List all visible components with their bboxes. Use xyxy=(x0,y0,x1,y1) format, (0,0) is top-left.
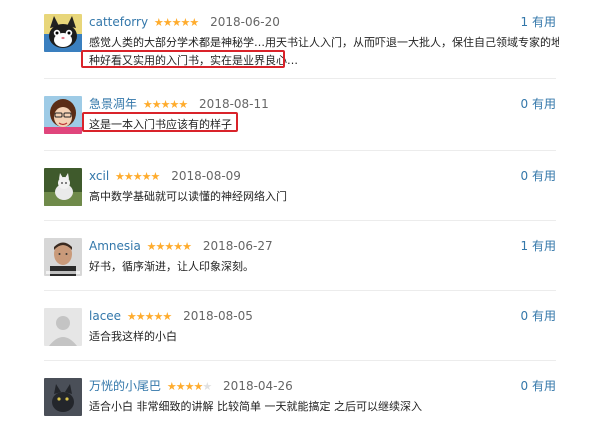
useful-vote-button[interactable]: 1 有用 xyxy=(521,238,556,254)
rating-stars: ★★★★★ xyxy=(114,170,160,183)
review-meta: lacee ★★★★★ 2018-08-05 xyxy=(89,308,253,324)
star-empty-icon: ★ xyxy=(202,380,212,393)
rating-stars: ★★★★★ xyxy=(126,310,172,323)
star-filled-icon: ★ xyxy=(189,16,199,29)
star-filled-icon: ★ xyxy=(123,170,134,183)
man-portrait-avatar-icon[interactable] xyxy=(44,238,82,276)
useful-vote-button[interactable]: 0 有用 xyxy=(521,168,556,184)
star-filled-icon: ★ xyxy=(146,240,157,253)
divider xyxy=(44,220,556,221)
star-filled-icon: ★ xyxy=(162,310,172,323)
default-user-avatar-icon[interactable] xyxy=(44,308,82,346)
review-date: 2018-06-20 xyxy=(210,15,280,29)
review-item: 万恍的小尾巴 ★★★★★ 2018-04-26 0 有用 适合小白 非常细致的讲… xyxy=(0,378,600,432)
review-item: lacee ★★★★★ 2018-08-05 0 有用 适合我这样的小白 xyxy=(0,308,600,378)
review-content: 高中数学基础就可以读懂的神经网络入门 xyxy=(89,188,559,206)
review-date: 2018-08-09 xyxy=(171,169,241,183)
star-filled-icon: ★ xyxy=(175,380,186,393)
review-item: catteforry ★★★★★ 2018-06-20 1 有用 感觉人类的大部… xyxy=(0,14,600,84)
review-item: 急景凋年 ★★★★★ 2018-08-11 0 有用 这是一本入门书应该有的样子 xyxy=(0,96,600,166)
review-username[interactable]: 万恍的小尾巴 xyxy=(89,379,161,393)
review-date: 2018-04-26 xyxy=(223,379,293,393)
star-filled-icon: ★ xyxy=(164,240,174,253)
review-content: 好书，循序渐进，让人印象深刻。 xyxy=(89,258,559,276)
useful-vote-button[interactable]: 1 有用 xyxy=(521,14,556,30)
star-filled-icon: ★ xyxy=(169,98,179,111)
star-filled-icon: ★ xyxy=(135,310,146,323)
cartoon-girl-avatar-icon[interactable] xyxy=(44,96,82,134)
star-filled-icon: ★ xyxy=(182,240,192,253)
review-username[interactable]: xcil xyxy=(89,169,109,183)
rating-stars: ★★★★★ xyxy=(142,98,188,111)
review-content-line: 感觉人类的大部分学术都是神秘学…用天书让人入门，从而吓退一大批人，保住自己领域专… xyxy=(89,36,559,49)
review-username[interactable]: 急景凋年 xyxy=(89,97,137,111)
star-filled-icon: ★ xyxy=(178,98,188,111)
review-content: 适合小白 非常细致的讲解 比较简单 一天就能搞定 之后可以继续深入 xyxy=(89,398,559,416)
review-date: 2018-08-05 xyxy=(183,309,253,323)
review-content-line: 适合小白 非常细致的讲解 比较简单 一天就能搞定 之后可以继续深入 xyxy=(89,400,422,413)
star-filled-icon: ★ xyxy=(166,380,177,393)
review-meta: Amnesia ★★★★★ 2018-06-27 xyxy=(89,238,273,254)
star-filled-icon: ★ xyxy=(126,310,137,323)
star-filled-icon: ★ xyxy=(173,240,183,253)
divider xyxy=(44,150,556,151)
star-filled-icon: ★ xyxy=(142,98,153,111)
review-meta: 万恍的小尾巴 ★★★★★ 2018-04-26 xyxy=(89,378,293,394)
dark-cat-avatar-icon[interactable] xyxy=(44,378,82,416)
review-item: Amnesia ★★★★★ 2018-06-27 1 有用 好书，循序渐进，让人… xyxy=(0,238,600,308)
star-filled-icon: ★ xyxy=(150,170,160,183)
review-content: 这是一本入门书应该有的样子 xyxy=(89,116,559,134)
review-username[interactable]: Amnesia xyxy=(89,239,141,253)
review-content-line: 种好看又实用的入门书，实在是业界良心… xyxy=(89,54,298,67)
star-filled-icon: ★ xyxy=(144,310,155,323)
useful-vote-button[interactable]: 0 有用 xyxy=(521,378,556,394)
review-content-line: 适合我这样的小白 xyxy=(89,330,177,343)
star-filled-icon: ★ xyxy=(114,170,125,183)
cat-photo-avatar-icon[interactable] xyxy=(44,168,82,206)
useful-vote-button[interactable]: 0 有用 xyxy=(521,96,556,112)
review-content-line: 好书，循序渐进，让人印象深刻。 xyxy=(89,260,254,273)
rating-stars: ★★★★★ xyxy=(153,16,199,29)
star-filled-icon: ★ xyxy=(151,98,162,111)
divider xyxy=(44,78,556,79)
review-username[interactable]: catteforry xyxy=(89,15,148,29)
review-content-line: 高中数学基础就可以读懂的神经网络入门 xyxy=(89,190,287,203)
star-filled-icon: ★ xyxy=(162,16,173,29)
star-filled-icon: ★ xyxy=(132,170,143,183)
review-meta: catteforry ★★★★★ 2018-06-20 xyxy=(89,14,280,30)
review-content: 适合我这样的小白 xyxy=(89,328,559,346)
star-filled-icon: ★ xyxy=(193,380,203,393)
rating-stars: ★★★★★ xyxy=(146,240,192,253)
useful-vote-button[interactable]: 0 有用 xyxy=(521,308,556,324)
star-filled-icon: ★ xyxy=(171,16,182,29)
review-list: catteforry ★★★★★ 2018-06-20 1 有用 感觉人类的大部… xyxy=(0,0,600,432)
review-date: 2018-08-11 xyxy=(199,97,269,111)
rating-stars: ★★★★★ xyxy=(166,380,212,393)
review-meta: xcil ★★★★★ 2018-08-09 xyxy=(89,168,241,184)
review-item: xcil ★★★★★ 2018-08-09 0 有用 高中数学基础就可以读懂的神… xyxy=(0,168,600,238)
divider xyxy=(44,360,556,361)
divider xyxy=(44,290,556,291)
review-meta: 急景凋年 ★★★★★ 2018-08-11 xyxy=(89,96,269,112)
review-username[interactable]: lacee xyxy=(89,309,121,323)
star-filled-icon: ★ xyxy=(153,16,164,29)
review-content: 感觉人类的大部分学术都是神秘学…用天书让人入门，从而吓退一大批人，保住自己领域专… xyxy=(89,34,559,70)
cartoon-cat-avatar-icon[interactable] xyxy=(44,14,82,52)
review-content-line: 这是一本入门书应该有的样子 xyxy=(89,118,232,131)
review-date: 2018-06-27 xyxy=(202,239,273,253)
